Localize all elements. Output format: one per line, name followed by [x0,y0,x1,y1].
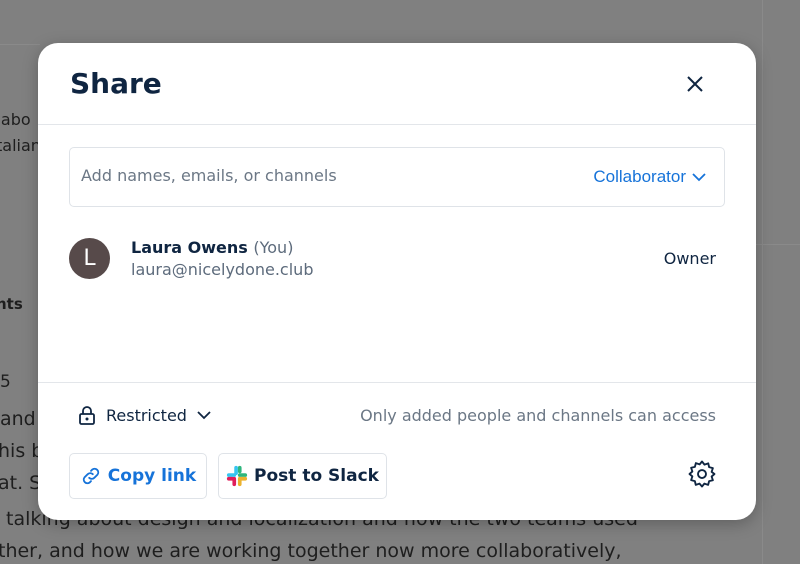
background-divider [756,244,800,245]
background-text: nts [0,295,23,313]
you-label: (You) [253,238,293,257]
background-divider [0,44,40,45]
close-icon[interactable] [683,72,707,96]
access-label: Restricted [106,406,187,425]
chevron-down-icon [197,410,211,420]
background-text: at. S [0,472,41,494]
copy-link-label: Copy link [108,466,196,486]
role-dropdown-label: Collaborator [593,167,686,187]
member-role: Owner [664,249,716,268]
background-text: 5 [0,372,11,392]
background-text: his b [0,440,43,462]
post-to-slack-label: Post to Slack [254,466,379,486]
lock-icon [78,405,96,425]
post-to-slack-button[interactable]: Post to Slack [218,453,387,499]
access-dropdown[interactable]: Restricted [78,405,211,425]
chevron-down-icon [692,172,706,182]
share-dialog: Share Collaborator L Laura Owens (You) l… [38,43,756,520]
background-text: ther, and how we are working together no… [0,540,622,562]
background-divider [762,0,763,564]
avatar: L [69,238,110,279]
member-name-text: Laura Owens [131,238,248,257]
dialog-title: Share [70,67,162,100]
slack-icon [226,465,248,487]
link-icon [80,465,102,487]
invite-field: Collaborator [69,147,725,207]
member-name: Laura Owens (You) [131,238,293,257]
access-note: Only added people and channels can acces… [360,406,716,425]
background-text: and [0,408,36,430]
background-text: llabo [0,110,31,129]
role-dropdown[interactable]: Collaborator [593,167,706,187]
background-text: talian [0,136,41,155]
copy-link-button[interactable]: Copy link [69,453,207,499]
invite-input[interactable] [81,166,541,185]
gear-icon[interactable] [687,459,717,489]
header-divider [38,124,756,125]
footer-divider [38,382,756,383]
member-email: laura@nicelydone.club [131,260,313,279]
